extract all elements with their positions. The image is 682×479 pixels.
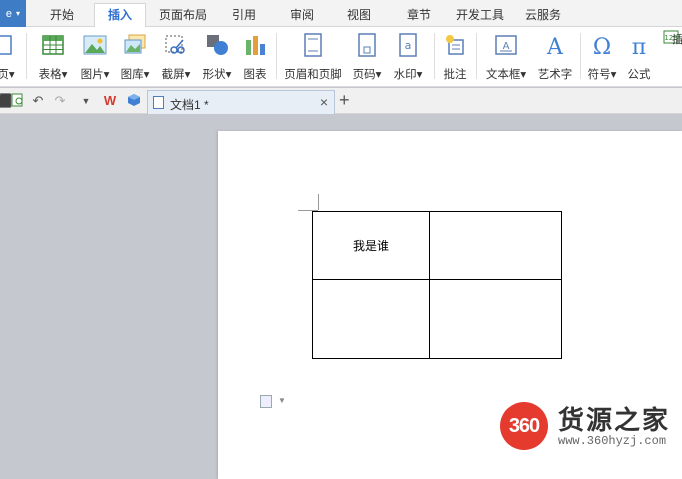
- table-cell[interactable]: [312, 279, 430, 359]
- svg-text:A: A: [503, 41, 510, 52]
- chart-label: 图表: [243, 69, 267, 81]
- margin-mark: [318, 194, 319, 210]
- app-menu-button[interactable]: e ▾: [0, 0, 26, 27]
- document-table[interactable]: 我是谁: [312, 211, 562, 359]
- tab-view[interactable]: 视图: [337, 4, 381, 27]
- ribbon-divider: [434, 33, 435, 79]
- textbox-button[interactable]: A 文本框▾: [482, 32, 530, 82]
- tab-insert[interactable]: 插入: [94, 3, 146, 28]
- redo-icon[interactable]: ↷: [52, 93, 68, 109]
- tab-cloud-services[interactable]: 云服务: [518, 4, 568, 27]
- svg-text:A: A: [546, 35, 564, 58]
- textbox-icon: A: [482, 32, 530, 60]
- screenshot-button[interactable]: 截屏▾: [156, 32, 196, 82]
- pi-icon: π: [622, 32, 656, 60]
- picture-label: 图片▾: [80, 69, 110, 81]
- cube-icon[interactable]: [126, 93, 142, 109]
- svg-text:Ω: Ω: [593, 35, 611, 58]
- shape-icon: [198, 32, 236, 60]
- formula-label: 公式: [627, 69, 651, 81]
- watermark-title: 货源之家: [558, 405, 671, 435]
- close-icon[interactable]: ×: [320, 94, 328, 110]
- shape-label: 形状▾: [202, 69, 232, 81]
- wordart-button[interactable]: A 艺术字: [534, 32, 576, 82]
- symbol-label: 符号▾: [587, 69, 617, 81]
- ribbon-divider: [580, 33, 581, 79]
- wps-logo-icon[interactable]: W: [102, 93, 118, 109]
- header-footer-button[interactable]: 页眉和页脚: [282, 32, 344, 82]
- table-button[interactable]: 表格▾: [34, 32, 72, 82]
- quick-access-toolbar: ⬛ ↶ ↷ ▼ W 文档1 * × +: [0, 88, 682, 114]
- table-cell[interactable]: [429, 279, 562, 359]
- picture-button[interactable]: 图片▾: [76, 32, 114, 82]
- picture-icon: [76, 32, 114, 60]
- table-row: 我是谁: [312, 211, 562, 280]
- table-cell[interactable]: [429, 211, 562, 280]
- page-label: 页▾: [0, 69, 15, 81]
- page-number-label: 页码▾: [352, 69, 382, 81]
- comment-icon: [438, 32, 472, 60]
- ribbon-tabs-bar: e ▾ 开始 插入 页面布局 引用 审阅 视图 章节 开发工具 云服务: [0, 0, 682, 28]
- gallery-label: 图库▾: [120, 69, 150, 81]
- document-icon: [153, 96, 164, 109]
- page-number-button[interactable]: 页码▾: [348, 32, 386, 82]
- svg-text:π: π: [632, 35, 646, 58]
- app-menu-label: e: [5, 7, 13, 20]
- textbox-label: 文本框▾: [485, 69, 527, 81]
- print-preview-icon[interactable]: [10, 93, 26, 109]
- document-tab[interactable]: 文档1 * ×: [147, 90, 335, 114]
- insert-more-label: 插: [672, 34, 682, 46]
- page-button[interactable]: 页▾: [0, 32, 18, 82]
- header-footer-label: 页眉和页脚: [284, 69, 342, 81]
- ribbon-divider: [276, 33, 277, 79]
- tab-references[interactable]: 引用: [222, 4, 266, 27]
- page-icon: [0, 32, 18, 60]
- table-icon: [34, 32, 72, 60]
- paste-options-icon[interactable]: [260, 395, 272, 408]
- ribbon-divider: [26, 33, 27, 79]
- table-row: [312, 279, 562, 359]
- tab-page-layout[interactable]: 页面布局: [154, 4, 212, 27]
- table-cell[interactable]: 我是谁: [312, 211, 430, 280]
- new-tab-icon[interactable]: +: [339, 90, 350, 111]
- wordart-icon: A: [534, 32, 576, 60]
- comment-label: 批注: [443, 69, 467, 81]
- watermark-button[interactable]: a 水印▾: [388, 32, 428, 82]
- tab-start[interactable]: 开始: [40, 4, 84, 27]
- ribbon-divider: [476, 33, 477, 79]
- customize-chevron-icon[interactable]: ▼: [78, 93, 94, 109]
- svg-text:a: a: [405, 39, 412, 52]
- ribbon-insert-panel: 页▾ 表格▾ 图片▾ 图库▾ 截屏▾ 形状▾ 图表 页眉和页脚 页码▾ a 水印…: [0, 27, 682, 87]
- wordart-label: 艺术字: [537, 69, 573, 81]
- table-label: 表格▾: [38, 69, 68, 81]
- symbol-button[interactable]: Ω 符号▾: [584, 32, 620, 82]
- gallery-icon: [116, 32, 154, 60]
- gallery-button[interactable]: 图库▾: [116, 32, 154, 82]
- omega-icon: Ω: [584, 32, 620, 60]
- tab-section[interactable]: 章节: [397, 4, 441, 27]
- chevron-down-icon[interactable]: ▼: [278, 396, 286, 405]
- watermark-label: 水印▾: [393, 69, 423, 81]
- tab-developer-tools[interactable]: 开发工具: [450, 4, 510, 27]
- comment-button[interactable]: 批注: [438, 32, 472, 82]
- tab-review[interactable]: 审阅: [280, 4, 324, 27]
- header-footer-icon: [282, 32, 344, 60]
- chevron-down-icon: ▾: [16, 9, 21, 18]
- page-number-icon: [348, 32, 386, 60]
- chart-button[interactable]: 图表: [238, 32, 272, 82]
- document-tab-title: 文档1 *: [170, 98, 209, 112]
- watermark-logo-badge: 360: [500, 402, 548, 450]
- watermark-icon: a: [388, 32, 428, 60]
- formula-button[interactable]: π 公式: [622, 32, 656, 82]
- undo-icon[interactable]: ↶: [30, 93, 46, 109]
- screenshot-icon: [156, 32, 196, 60]
- chart-icon: [238, 32, 272, 60]
- shape-button[interactable]: 形状▾: [198, 32, 236, 82]
- screenshot-label: 截屏▾: [161, 69, 191, 81]
- watermark-url: www.360hyzj.com: [558, 434, 667, 448]
